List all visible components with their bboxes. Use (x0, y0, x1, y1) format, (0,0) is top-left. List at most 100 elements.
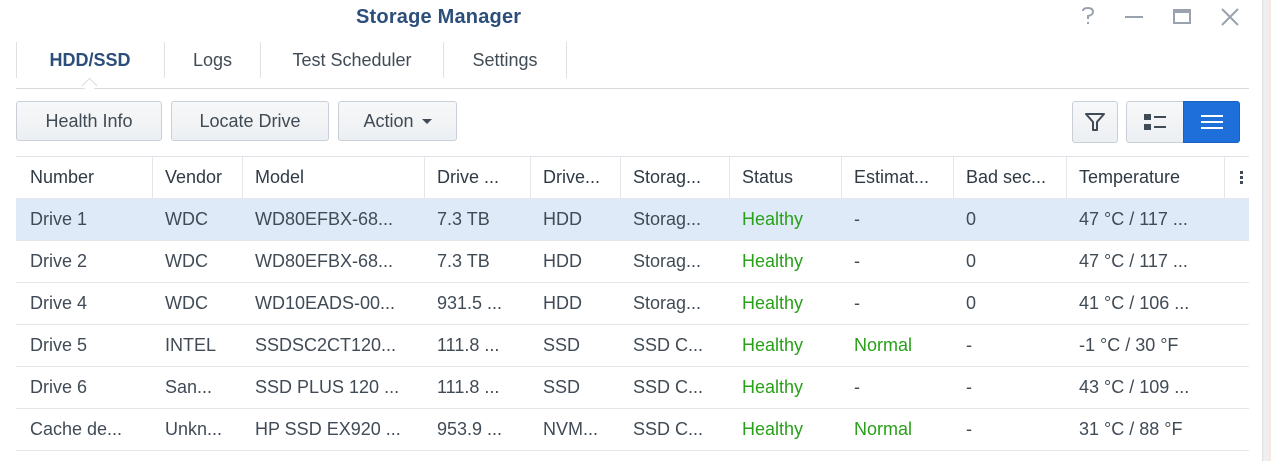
cell-estimated-life: - (854, 251, 860, 271)
cell-storage: Storag... (633, 293, 702, 313)
cell-model: HP SSD EX920 ... (255, 419, 401, 439)
table-row[interactable]: Drive 6 San... SSD PLUS 120 ... 111.8 ... SS… (16, 367, 1249, 409)
storage-manager-window: Storage Manager HDD/SSD Logs Test Schedu… (0, 0, 1262, 461)
column-divider[interactable] (530, 157, 531, 198)
cell-vendor: WDC (165, 293, 208, 313)
cell-model: WD80EFBX-68... (255, 251, 394, 271)
cell-temperature: 47 °C / 117 ... (1079, 209, 1188, 229)
cell-drive-type: HDD (543, 209, 582, 229)
cell-status: Healthy (742, 251, 804, 271)
column-divider[interactable] (620, 157, 621, 198)
cell-estimated-life: - (854, 293, 860, 313)
column-header-number[interactable]: Number (30, 157, 150, 198)
cell-number: Drive 5 (30, 335, 88, 355)
cell-drive-type: SSD (543, 335, 581, 355)
cell-storage: SSD C... (633, 419, 704, 439)
cell-status: Healthy (742, 377, 804, 397)
table-row[interactable]: Drive 5 INTEL SSDSC2CT120... 111.8 ... SSD SS… (16, 325, 1249, 367)
cell-temperature: 43 °C / 109 ... (1079, 377, 1190, 397)
tab-hdd-ssd[interactable]: HDD/SSD (16, 42, 164, 78)
cell-drive-size: 953.9 ... (437, 419, 503, 439)
tab-test-scheduler[interactable]: Test Scheduler (261, 42, 443, 78)
cell-temperature: -1 °C / 30 °F (1079, 335, 1179, 355)
cell-model: SSDSC2CT120... (255, 335, 397, 355)
cell-bad-sectors: - (966, 377, 972, 397)
column-divider[interactable] (729, 157, 730, 198)
column-options-icon[interactable] (1234, 157, 1248, 198)
cell-drive-size: 111.8 ... (437, 335, 500, 355)
column-header-drive-type[interactable]: Drive... (543, 157, 623, 198)
active-tab-indicator (81, 77, 98, 94)
table-row[interactable]: Drive 4 WDC WD10EADS-00... 931.5 ... HDD Stor… (16, 283, 1249, 325)
cell-bad-sectors: 0 (966, 293, 977, 313)
column-header-drive-size[interactable]: Drive ... (437, 157, 527, 198)
cell-estimated-life: Normal (854, 419, 913, 439)
column-header-vendor[interactable]: Vendor (165, 157, 245, 198)
drive-table: Number Vendor Model Drive ... Drive... S… (16, 156, 1249, 451)
column-header-storage[interactable]: Storag... (633, 157, 728, 198)
cell-temperature: 41 °C / 106 ... (1079, 293, 1190, 313)
cell-number: Drive 4 (30, 293, 88, 313)
cell-status: Healthy (742, 293, 804, 313)
column-divider[interactable] (1224, 157, 1225, 198)
cell-vendor: INTEL (165, 335, 217, 355)
health-info-button[interactable]: Health Info (16, 101, 162, 141)
cell-temperature: 47 °C / 117 ... (1079, 251, 1188, 271)
column-header-status[interactable]: Status (742, 157, 842, 198)
table-row[interactable]: Cache de... Unkn... HP SSD EX920 ... 953.9 … (16, 409, 1249, 451)
tab-logs[interactable]: Logs (165, 42, 260, 78)
cell-drive-type: NVM... (543, 419, 599, 439)
cell-model: WD10EADS-00... (255, 293, 396, 313)
window-edge (1262, 0, 1271, 461)
cell-status: Healthy (742, 419, 804, 439)
cell-estimated-life: - (854, 377, 860, 397)
maximize-icon[interactable] (1170, 5, 1194, 29)
tab-settings[interactable]: Settings (444, 42, 566, 78)
window-title: Storage Manager (356, 6, 522, 28)
minimize-icon[interactable] (1122, 5, 1146, 29)
column-divider[interactable] (953, 157, 954, 198)
cell-vendor: Unkn... (165, 419, 223, 439)
cell-storage: SSD C... (633, 335, 704, 355)
column-divider[interactable] (152, 157, 153, 198)
column-header-temperature[interactable]: Temperature (1079, 157, 1219, 198)
help-icon[interactable] (1076, 5, 1100, 29)
column-divider[interactable] (242, 157, 243, 198)
table-row[interactable]: Drive 1 WDC WD80EFBX-68... 7.3 TB HDD Storag.… (16, 199, 1249, 241)
table-header: Number Vendor Model Drive ... Drive... S… (16, 157, 1249, 199)
cell-vendor: San... (165, 377, 213, 397)
cell-bad-sectors: 0 (966, 251, 977, 271)
cell-drive-type: HDD (543, 293, 582, 313)
cell-drive-size: 7.3 TB (437, 209, 490, 229)
filter-button[interactable] (1072, 101, 1118, 143)
cell-drive-size: 111.8 ... (437, 377, 500, 397)
detail-view-button[interactable] (1126, 101, 1184, 143)
locate-drive-button[interactable]: Locate Drive (171, 101, 329, 141)
cell-number: Drive 6 (30, 377, 88, 397)
cell-status: Healthy (742, 209, 804, 229)
column-divider[interactable] (841, 157, 842, 198)
cell-temperature: 31 °C / 88 °F (1079, 419, 1183, 439)
cell-estimated-life: - (854, 209, 860, 229)
cell-estimated-life: Normal (854, 335, 913, 355)
list-detail-view-icon (1144, 114, 1166, 130)
tab-divider (566, 42, 567, 78)
cell-vendor: WDC (165, 209, 208, 229)
table-row[interactable]: Drive 2 WDC WD80EFBX-68... 7.3 TB HDD Storag.… (16, 241, 1249, 283)
list-view-button[interactable] (1183, 101, 1240, 143)
column-divider[interactable] (424, 157, 425, 198)
column-header-bad-sectors[interactable]: Bad sec... (966, 157, 1066, 198)
cell-storage: SSD C... (633, 377, 704, 397)
cell-storage: Storag... (633, 251, 702, 271)
cell-model: WD80EFBX-68... (255, 209, 394, 229)
cell-drive-size: 931.5 ... (437, 293, 503, 313)
table-body: Drive 1 WDC WD80EFBX-68... 7.3 TB HDD Storag.… (16, 199, 1249, 451)
list-view-icon (1200, 115, 1223, 129)
action-button[interactable]: Action (338, 101, 457, 141)
close-icon[interactable] (1218, 5, 1242, 29)
action-button-label: Action (363, 111, 414, 131)
column-divider[interactable] (1066, 157, 1067, 198)
column-header-model[interactable]: Model (255, 157, 415, 198)
column-header-estimated-life[interactable]: Estimat... (854, 157, 954, 198)
cell-number: Cache de... (30, 419, 123, 439)
